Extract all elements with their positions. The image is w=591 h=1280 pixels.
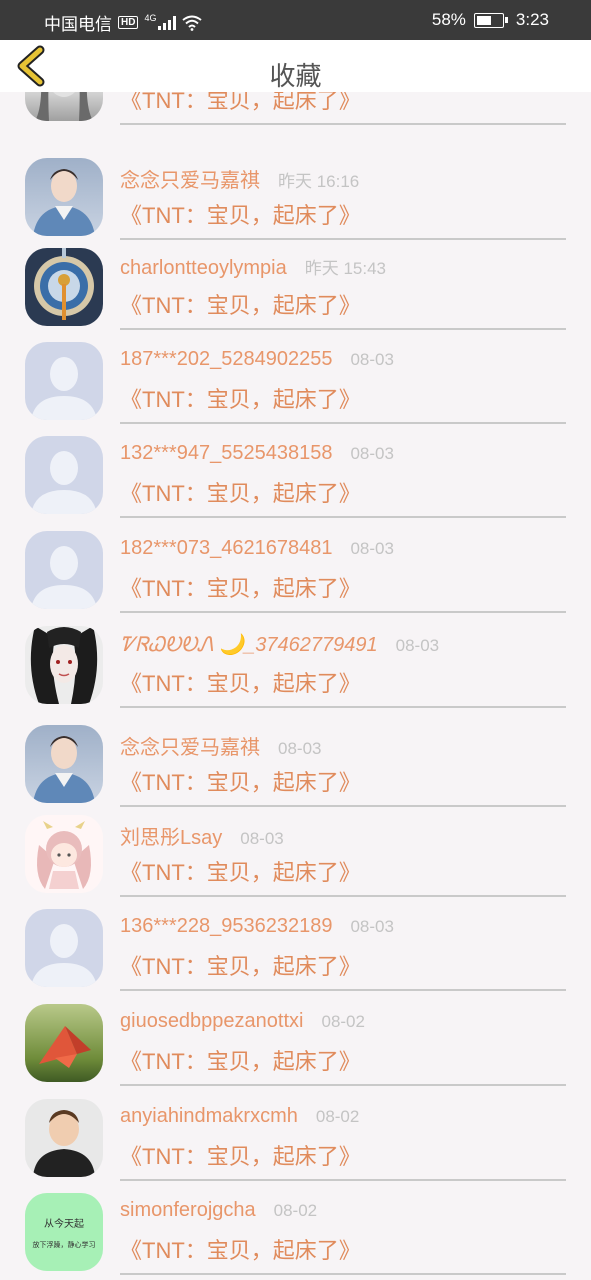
default-avatar-icon <box>25 531 103 609</box>
signal-icon <box>158 15 177 30</box>
avatar <box>25 1004 103 1082</box>
user-name: 念念只爱马嘉祺 <box>120 737 260 759</box>
page-title: 收藏 <box>269 61 322 91</box>
list-item[interactable]: ᏤᏒᏇᎧᎧᏁ 🌙_37462779491 08-03 《TNT：宝贝，起床了》 <box>0 626 591 720</box>
app-header: 收藏 <box>0 40 591 92</box>
battery-percent: 58% <box>431 10 466 29</box>
list-item[interactable]: giuosedbppezanottxi 08-02 《TNT：宝贝，起床了》 <box>0 1004 591 1098</box>
user-name: simonferojgcha <box>120 1199 256 1221</box>
list-item[interactable]: 刘思彤Lsay 08-03 《TNT：宝贝，起床了》 <box>0 815 591 909</box>
clock: 3:23 <box>515 10 549 29</box>
list-item[interactable]: 《TNT：宝贝，起床了》 <box>0 92 591 137</box>
favorite-time: 08-03 <box>350 917 394 936</box>
list-item[interactable]: 182***073_4621678481 08-03 《TNT：宝贝，起床了》 <box>0 531 591 625</box>
favorite-title: 《TNT：宝贝，起床了》 <box>120 671 361 696</box>
status-bar: 中国电信 HD 4G 58% 3:23 <box>0 0 591 40</box>
divider <box>120 989 566 991</box>
list-item[interactable]: charlontteoylympia 昨天 15:43 《TNT：宝贝，起床了》 <box>0 248 591 342</box>
favorite-title: 《TNT：宝贝，起床了》 <box>120 1049 361 1074</box>
favorite-title: 《TNT：宝贝，起床了》 <box>120 293 361 318</box>
favorite-title: 《TNT：宝贝，起床了》 <box>120 1238 361 1263</box>
user-name: giuosedbppezanottxi <box>120 1010 304 1032</box>
favorite-title: 《TNT：宝贝，起床了》 <box>120 203 361 228</box>
favorite-time: 08-03 <box>240 829 284 848</box>
avatar <box>25 92 103 121</box>
network-type: 4G <box>144 12 157 23</box>
carrier-label: 中国电信 <box>44 15 112 34</box>
divider <box>120 706 566 708</box>
favorite-title: 《TNT：宝贝，起床了》 <box>120 92 361 113</box>
hd-badge: HD <box>118 16 139 29</box>
favorite-time: 08-03 <box>350 350 394 369</box>
user-name: anyiahindmakrxcmh <box>120 1105 298 1127</box>
favorite-title: 《TNT：宝贝，起床了》 <box>120 1144 361 1169</box>
avatar <box>25 626 103 704</box>
favorite-time: 08-02 <box>315 1107 360 1126</box>
favorite-title: 《TNT：宝贝，起床了》 <box>120 770 361 795</box>
user-name: ᏤᏒᏇᎧᎧᏁ 🌙_37462779491 <box>120 634 378 656</box>
avatar-text: 放下浮躁，静心学习 <box>32 1241 96 1249</box>
divider <box>120 1273 566 1275</box>
divider <box>120 805 566 807</box>
user-name: 刘思彤Lsay <box>120 827 223 849</box>
favorite-time: 昨天 15:43 <box>304 259 387 278</box>
avatar <box>25 815 103 893</box>
favorite-time: 08-02 <box>321 1012 365 1031</box>
avatar: 从今天起 放下浮躁，静心学习 <box>25 1193 103 1271</box>
favorite-time: 昨天 16:16 <box>278 172 360 191</box>
favorite-time: 08-03 <box>350 539 394 558</box>
wifi-icon <box>182 15 203 31</box>
favorite-time: 08-03 <box>350 444 394 463</box>
divider <box>120 328 566 330</box>
divider <box>120 1179 566 1181</box>
favorite-time: 08-02 <box>273 1201 318 1220</box>
favorites-list[interactable]: 《TNT：宝贝，起床了》 念念只爱马嘉祺 昨天 16:16 《TNT：宝贝，起床了… <box>0 92 591 1280</box>
list-item[interactable]: 念念只爱马嘉祺 昨天 16:16 《TNT：宝贝，起床了》 <box>0 158 591 252</box>
divider <box>120 516 566 518</box>
avatar <box>25 1099 103 1177</box>
list-item[interactable]: 132***947_5525438158 08-03 《TNT：宝贝，起床了》 <box>0 436 591 530</box>
divider <box>120 895 566 897</box>
list-item[interactable]: 从今天起 放下浮躁，静心学习 simonferojgcha 08-02 《TNT：… <box>0 1193 591 1280</box>
user-name: 念念只爱马嘉祺 <box>120 170 260 192</box>
list-item[interactable]: 念念只爱马嘉祺 08-03 《TNT：宝贝，起床了》 <box>0 725 591 819</box>
divider <box>120 238 566 240</box>
user-name: 187***202_5284902255 <box>120 348 333 370</box>
list-item[interactable]: 187***202_5284902255 08-03 《TNT：宝贝，起床了》 <box>0 342 591 436</box>
default-avatar-icon <box>25 342 103 420</box>
battery-icon <box>473 12 508 28</box>
user-name: 132***947_5525438158 <box>120 442 333 464</box>
list-item[interactable]: anyiahindmakrxcmh 08-02 《TNT：宝贝，起床了》 <box>0 1099 591 1193</box>
favorite-time: 08-03 <box>278 739 322 758</box>
default-avatar-icon <box>25 436 103 514</box>
avatar <box>25 725 103 803</box>
avatar <box>25 248 103 326</box>
divider <box>120 422 566 424</box>
divider <box>120 123 566 125</box>
user-name: charlontteoylympia <box>120 257 287 279</box>
favorite-title: 《TNT：宝贝，起床了》 <box>120 481 361 506</box>
favorite-title: 《TNT：宝贝，起床了》 <box>120 387 361 412</box>
favorite-title: 《TNT：宝贝，起床了》 <box>120 576 361 601</box>
favorite-title: 《TNT：宝贝，起床了》 <box>120 860 361 885</box>
favorite-time: 08-03 <box>395 636 440 655</box>
divider <box>120 1084 566 1086</box>
favorite-title: 《TNT：宝贝，起床了》 <box>120 954 361 979</box>
default-avatar-icon <box>25 909 103 987</box>
avatar <box>25 158 103 236</box>
user-name: 182***073_4621678481 <box>120 537 333 559</box>
avatar-text: 从今天起 <box>44 1218 84 1230</box>
divider <box>120 611 566 613</box>
user-name: 136***228_9536232189 <box>120 915 333 937</box>
list-item[interactable]: 136***228_9536232189 08-03 《TNT：宝贝，起床了》 <box>0 909 591 1003</box>
